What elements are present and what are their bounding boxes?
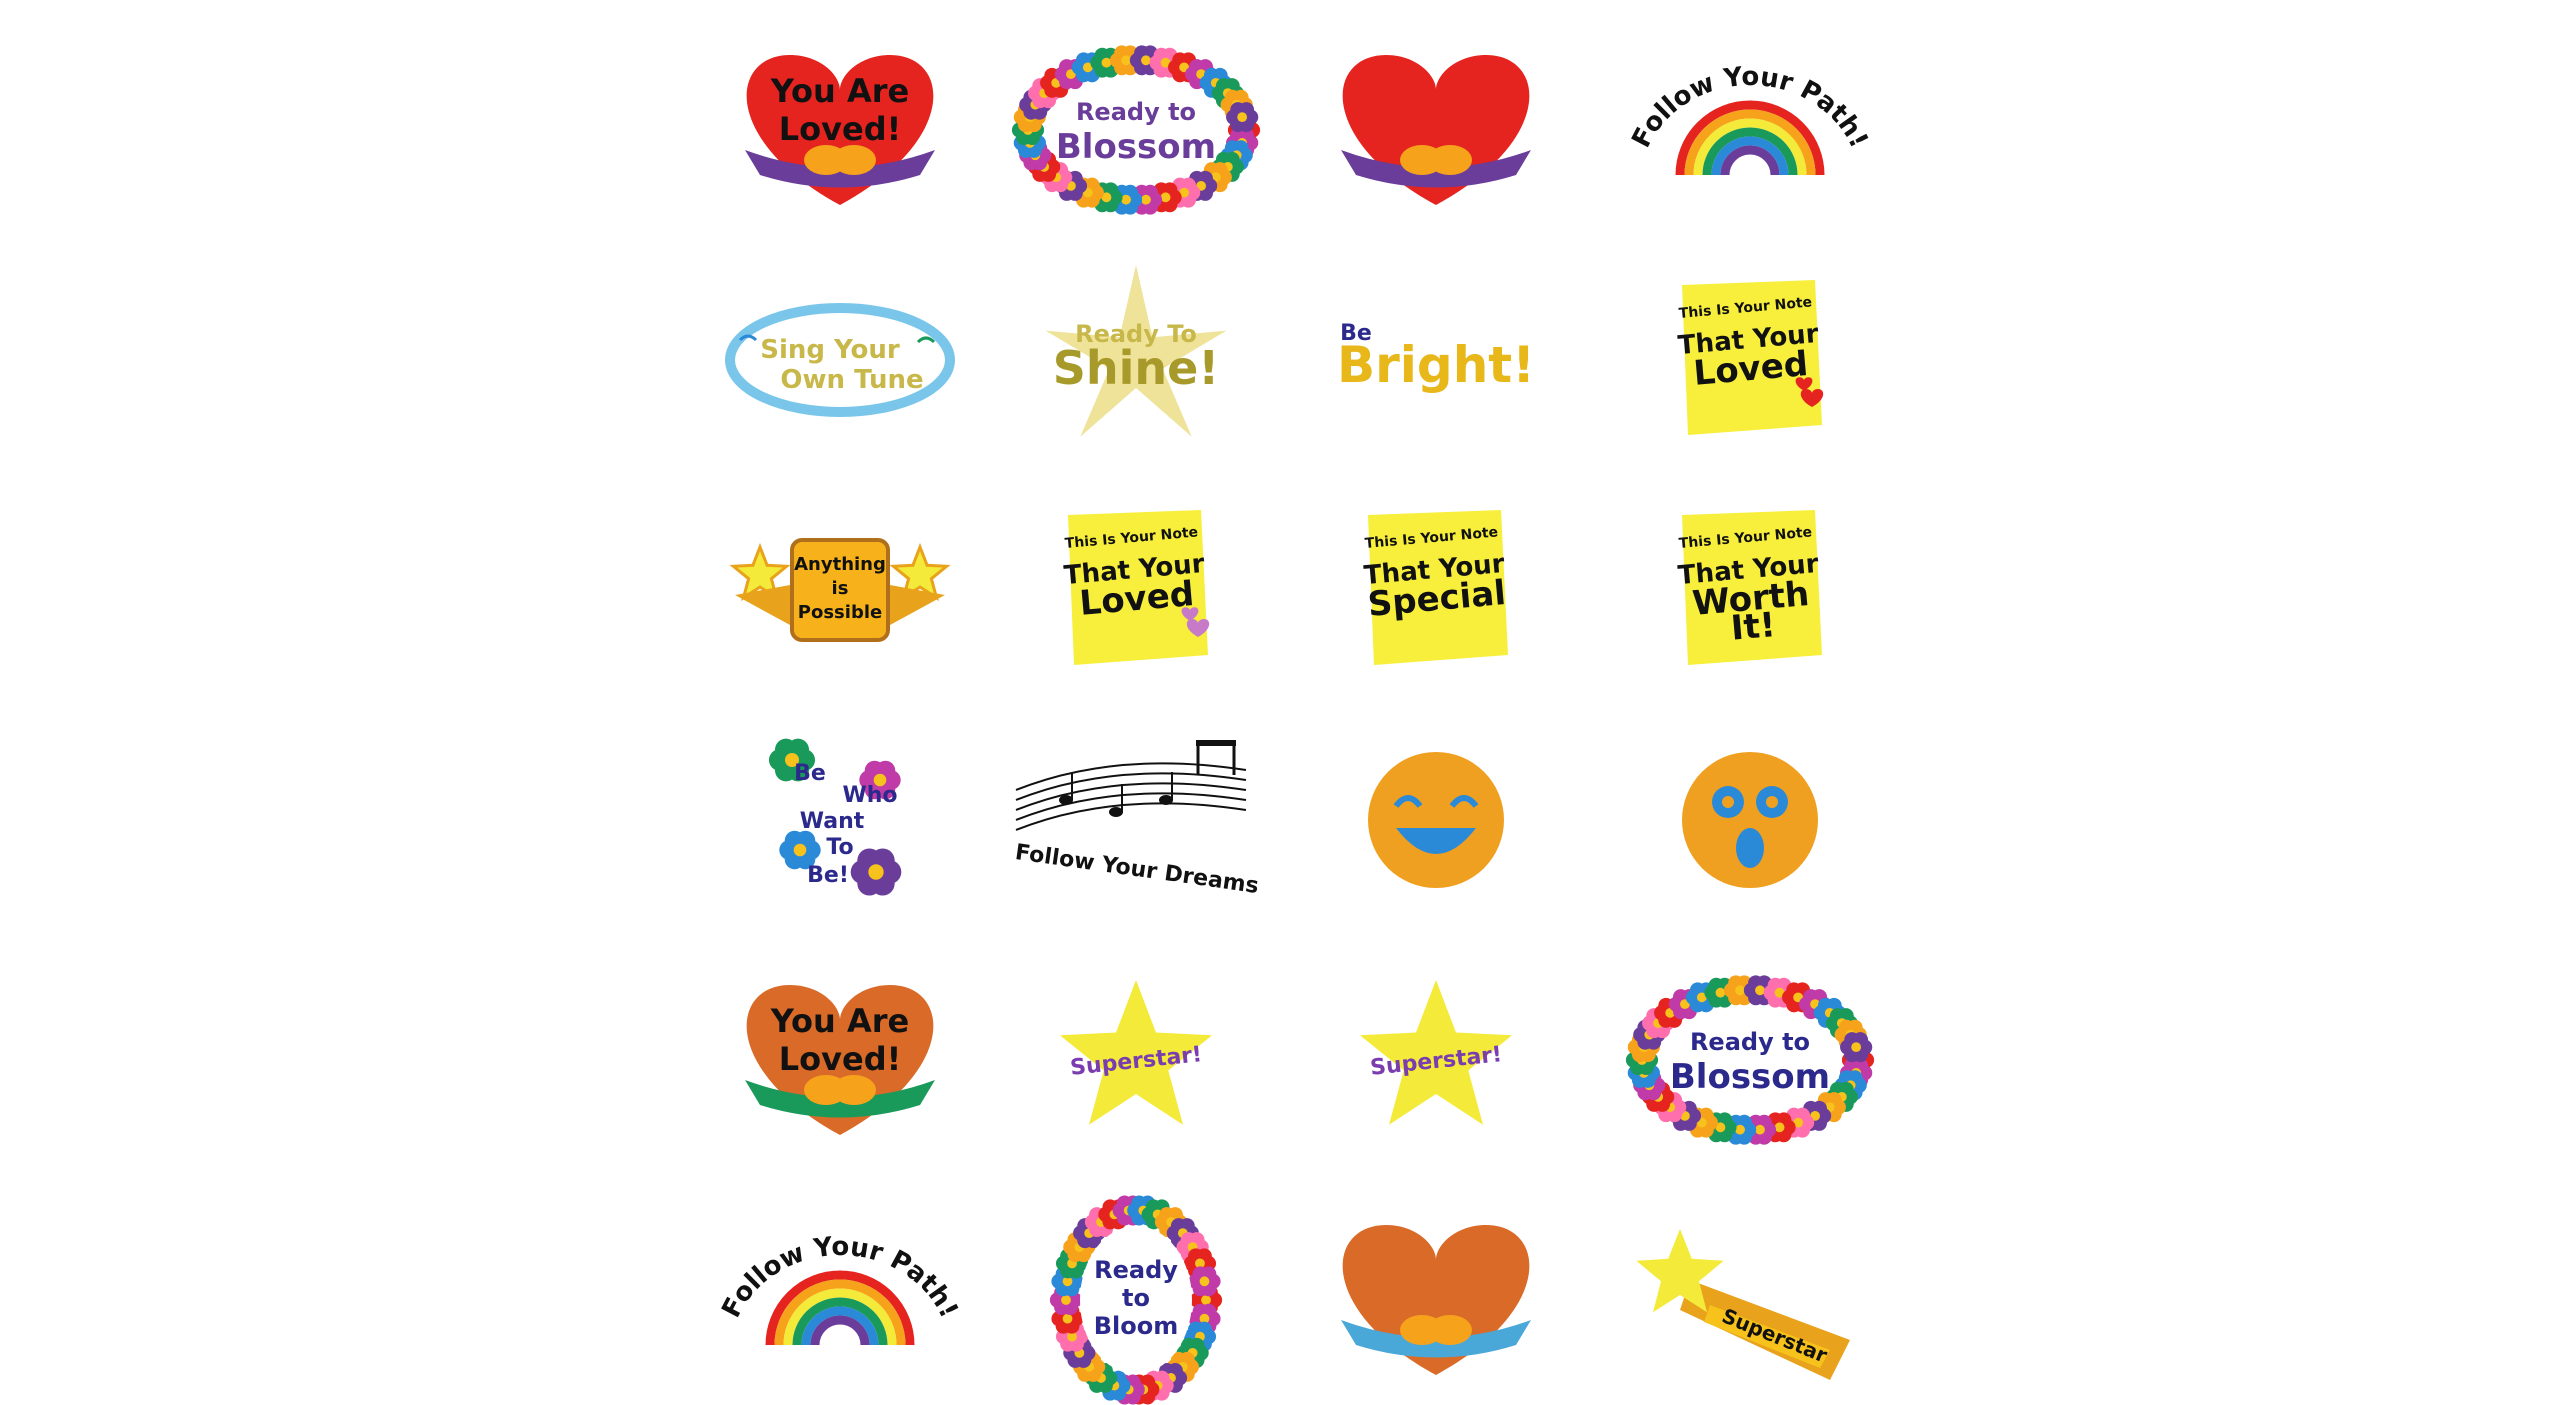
- sticker-sheet: You Are Loved! Ready to Blossom Follow Your …: [0, 0, 2560, 1405]
- sticker-flowers-words: Be WhoWantTo Be!: [769, 738, 902, 896]
- blossom-text-2: Blossom: [1670, 1057, 1830, 1097]
- heart-text: Loved!: [779, 1040, 901, 1078]
- dreams-text: Follow Your Dreams: [1014, 840, 1261, 899]
- tune-text-2: Own Tune: [780, 365, 923, 395]
- blossom-text-2: Blossom: [1056, 127, 1216, 167]
- sticker-flower-frame: ReadytoBloom: [1049, 1195, 1223, 1405]
- heart-text: Loved!: [779, 110, 901, 148]
- hand-icon: [1428, 145, 1472, 175]
- sticker-note: This Is Your NoteThat YourSpecial: [1363, 510, 1508, 665]
- hand-icon: [832, 1075, 876, 1105]
- sticker-emoji-surprise: [1682, 752, 1818, 888]
- sticker-note: This Is Your NoteThat YourLoved: [1063, 510, 1210, 665]
- sticker-be-bright: BeBright!: [1337, 321, 1535, 394]
- badge-text-1: Anything: [794, 554, 886, 575]
- blossom-text-1: Ready to: [1690, 1028, 1810, 1056]
- bloom-text-2: to: [1122, 1284, 1150, 1312]
- sticker-rainbow-arc: Follow Your Path!: [716, 1232, 964, 1346]
- badge-text-3: Possible: [798, 602, 882, 623]
- bloom-text-1: Ready: [1094, 1256, 1178, 1284]
- shine-text-2: Shine!: [1053, 341, 1220, 395]
- bloom-text-3: Bloom: [1094, 1312, 1179, 1340]
- music-note-icon: [1059, 795, 1073, 805]
- heart-text: You Are: [770, 1002, 909, 1040]
- badge-text-2: is: [832, 578, 849, 599]
- hand-icon: [1428, 1315, 1472, 1345]
- hand-icon: [832, 145, 876, 175]
- note-text-4: It!: [1729, 605, 1777, 649]
- sticker-flower-oval: Ready toBlossom: [1011, 45, 1261, 215]
- sticker-heart: [1341, 1225, 1531, 1375]
- sticker-shooting-star: Superstar: [1636, 1229, 1850, 1380]
- music-note-icon: [1159, 795, 1173, 805]
- sticker-music: Follow Your Dreams: [1014, 740, 1261, 899]
- sticker-rainbow-arc: Follow Your Path!: [1626, 62, 1874, 176]
- sticker-emoji-laugh: [1368, 752, 1504, 888]
- sticker-sunburst: Ready ToShine!: [1045, 265, 1227, 437]
- sticker-heart: You AreLoved!: [745, 985, 935, 1135]
- music-note-icon: [1109, 807, 1123, 817]
- blossom-text-1: Ready to: [1076, 98, 1196, 126]
- sticker-star-badge: Anything is Possible: [729, 538, 951, 642]
- sticker-heart: [1341, 55, 1531, 205]
- laughing-face-icon: [1368, 752, 1504, 888]
- sticker-heart: You AreLoved!: [745, 55, 935, 205]
- word-2: Who: [842, 783, 897, 808]
- sticker-star: Superstar!: [1359, 980, 1513, 1125]
- word-5: Be!: [807, 863, 849, 888]
- heart-text: You Are: [770, 72, 909, 110]
- word-3: Want: [800, 809, 865, 834]
- sticker-oval-birds: Sing YourOwn Tune: [725, 303, 955, 417]
- tune-text-1: Sing Your: [760, 335, 900, 365]
- sticker-note: This Is Your NoteThat YourWorthIt!: [1677, 510, 1822, 665]
- beamed-note-icon: [1196, 740, 1236, 746]
- sticker-star: Superstar!: [1059, 980, 1213, 1125]
- word-4: To: [826, 835, 853, 860]
- bright-text: Bright!: [1337, 336, 1535, 394]
- sticker-flower-oval: Ready toBlossom: [1625, 975, 1875, 1145]
- word-1: Be: [794, 761, 826, 786]
- sticker-note: This Is Your NoteThat YourLoved: [1677, 280, 1824, 435]
